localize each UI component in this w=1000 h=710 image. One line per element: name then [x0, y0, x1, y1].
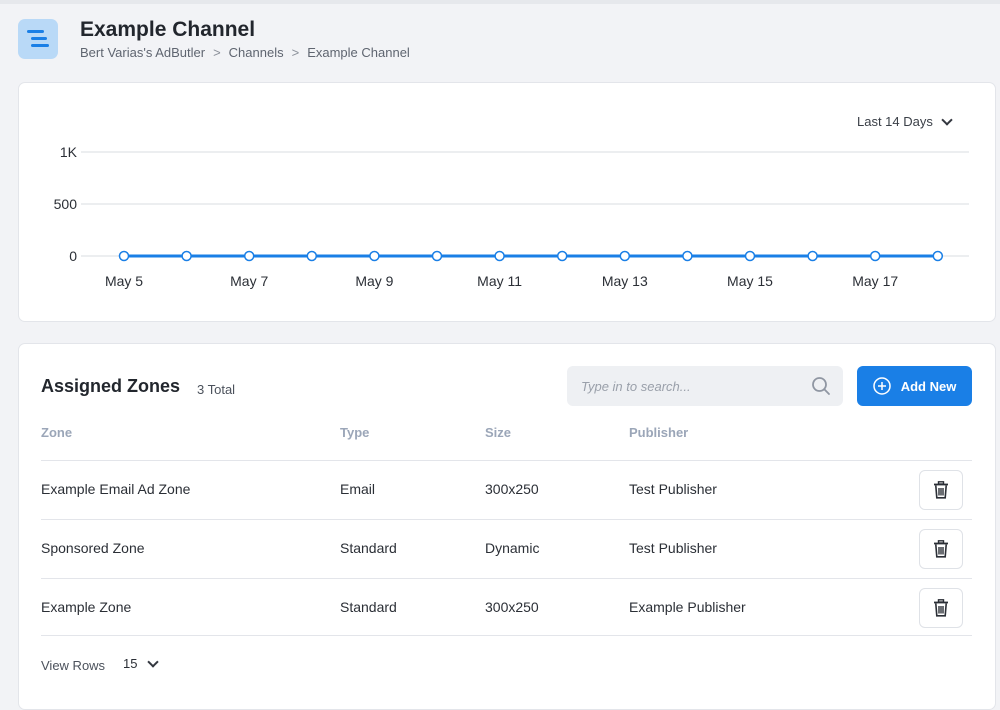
data-point	[494, 250, 505, 262]
view-rows-label: View Rows	[41, 658, 106, 673]
breadcrumb: Bert Varias's AdButler > Channels > Exam…	[80, 45, 410, 60]
zone-publisher: Example Publisher	[629, 599, 746, 615]
chevron-down-icon	[147, 655, 160, 668]
delete-button[interactable]	[919, 529, 963, 569]
delete-button[interactable]	[919, 470, 963, 510]
data-point	[181, 250, 192, 262]
add-new-label: Add New	[900, 378, 957, 394]
zone-type: Standard	[340, 540, 397, 556]
search-input[interactable]	[581, 366, 801, 406]
trash-icon	[934, 540, 948, 558]
zone-type: Email	[340, 481, 376, 497]
breadcrumb-separator: >	[213, 45, 221, 60]
zone-publisher: Test Publisher	[629, 540, 717, 556]
search-icon[interactable]	[811, 376, 831, 396]
trash-icon	[934, 481, 948, 499]
column-header-zone[interactable]: Zone	[41, 425, 72, 440]
breadcrumb-channels[interactable]: Channels	[229, 45, 284, 60]
zone-size: 300x250	[485, 481, 539, 497]
menu-icon[interactable]	[18, 19, 58, 59]
column-header-type[interactable]: Type	[340, 425, 369, 440]
y-tick-label: 1K	[60, 144, 78, 160]
zone-size: 300x250	[485, 599, 539, 615]
x-tick-label: May 9	[355, 273, 393, 289]
column-header-size[interactable]: Size	[485, 425, 511, 440]
table-row: Example Email Ad Zone Email 300x250 Test…	[41, 460, 972, 518]
data-point	[431, 250, 443, 262]
x-tick-label: May 13	[602, 273, 648, 289]
section-title: Assigned Zones	[41, 376, 181, 396]
data-point	[556, 250, 568, 262]
search-box	[567, 366, 843, 406]
x-tick-label: May 15	[727, 273, 773, 289]
top-border	[0, 0, 1000, 4]
chart-card: Last 14 Days 1K 500 0 May 5 May 7 May 9 May 11…	[18, 82, 996, 322]
data-point	[118, 250, 130, 262]
data-point	[682, 250, 693, 262]
x-tick-label: May 11	[477, 273, 522, 289]
plus-circle-icon	[872, 377, 891, 395]
data-point	[243, 250, 255, 262]
zone-publisher: Test Publisher	[629, 481, 717, 497]
breadcrumb-current: Example Channel	[307, 45, 410, 60]
rows-per-page-select[interactable]: 15	[123, 655, 160, 671]
zone-name[interactable]: Example Zone	[41, 599, 131, 615]
x-tick-label: May 17	[852, 273, 898, 289]
data-point	[932, 250, 944, 262]
breadcrumb-separator: >	[291, 45, 300, 60]
zone-size: Dynamic	[485, 540, 540, 556]
zone-name[interactable]: Example Email Ad Zone	[41, 481, 190, 497]
line-chart: 1K 500 0 May 5 May 7 May 9 May 11 May 13 May 15 M…	[54, 144, 969, 289]
data-point	[869, 250, 881, 262]
column-header-publisher[interactable]: Publisher	[629, 425, 688, 440]
total-count: 3 Total	[197, 382, 236, 397]
add-new-button[interactable]: Add New	[857, 366, 972, 406]
x-tick-label: May 5	[105, 273, 143, 289]
zone-name[interactable]: Sponsored Zone	[41, 540, 145, 556]
data-point	[619, 250, 631, 262]
assigned-zones-card: Assigned Zones 3 Total Add New Zone Type…	[18, 343, 996, 710]
delete-button[interactable]	[919, 588, 963, 628]
data-point	[807, 250, 818, 262]
trash-icon	[934, 599, 948, 617]
y-tick-label: 0	[69, 248, 77, 264]
table-row: Example Zone Standard 300x250 Example Pu…	[41, 578, 972, 636]
zone-type: Standard	[340, 599, 397, 615]
page-title: Example Channel	[80, 18, 256, 41]
x-tick-label: May 7	[230, 273, 268, 289]
rows-per-page-value: 15	[123, 656, 138, 671]
data-point	[369, 250, 380, 262]
table-row: Sponsored Zone Standard Dynamic Test Pub…	[41, 519, 972, 577]
data-point	[306, 250, 318, 262]
breadcrumb-account[interactable]: Bert Varias's AdButler	[80, 45, 205, 60]
y-tick-label: 500	[54, 196, 78, 212]
data-point	[744, 250, 756, 262]
